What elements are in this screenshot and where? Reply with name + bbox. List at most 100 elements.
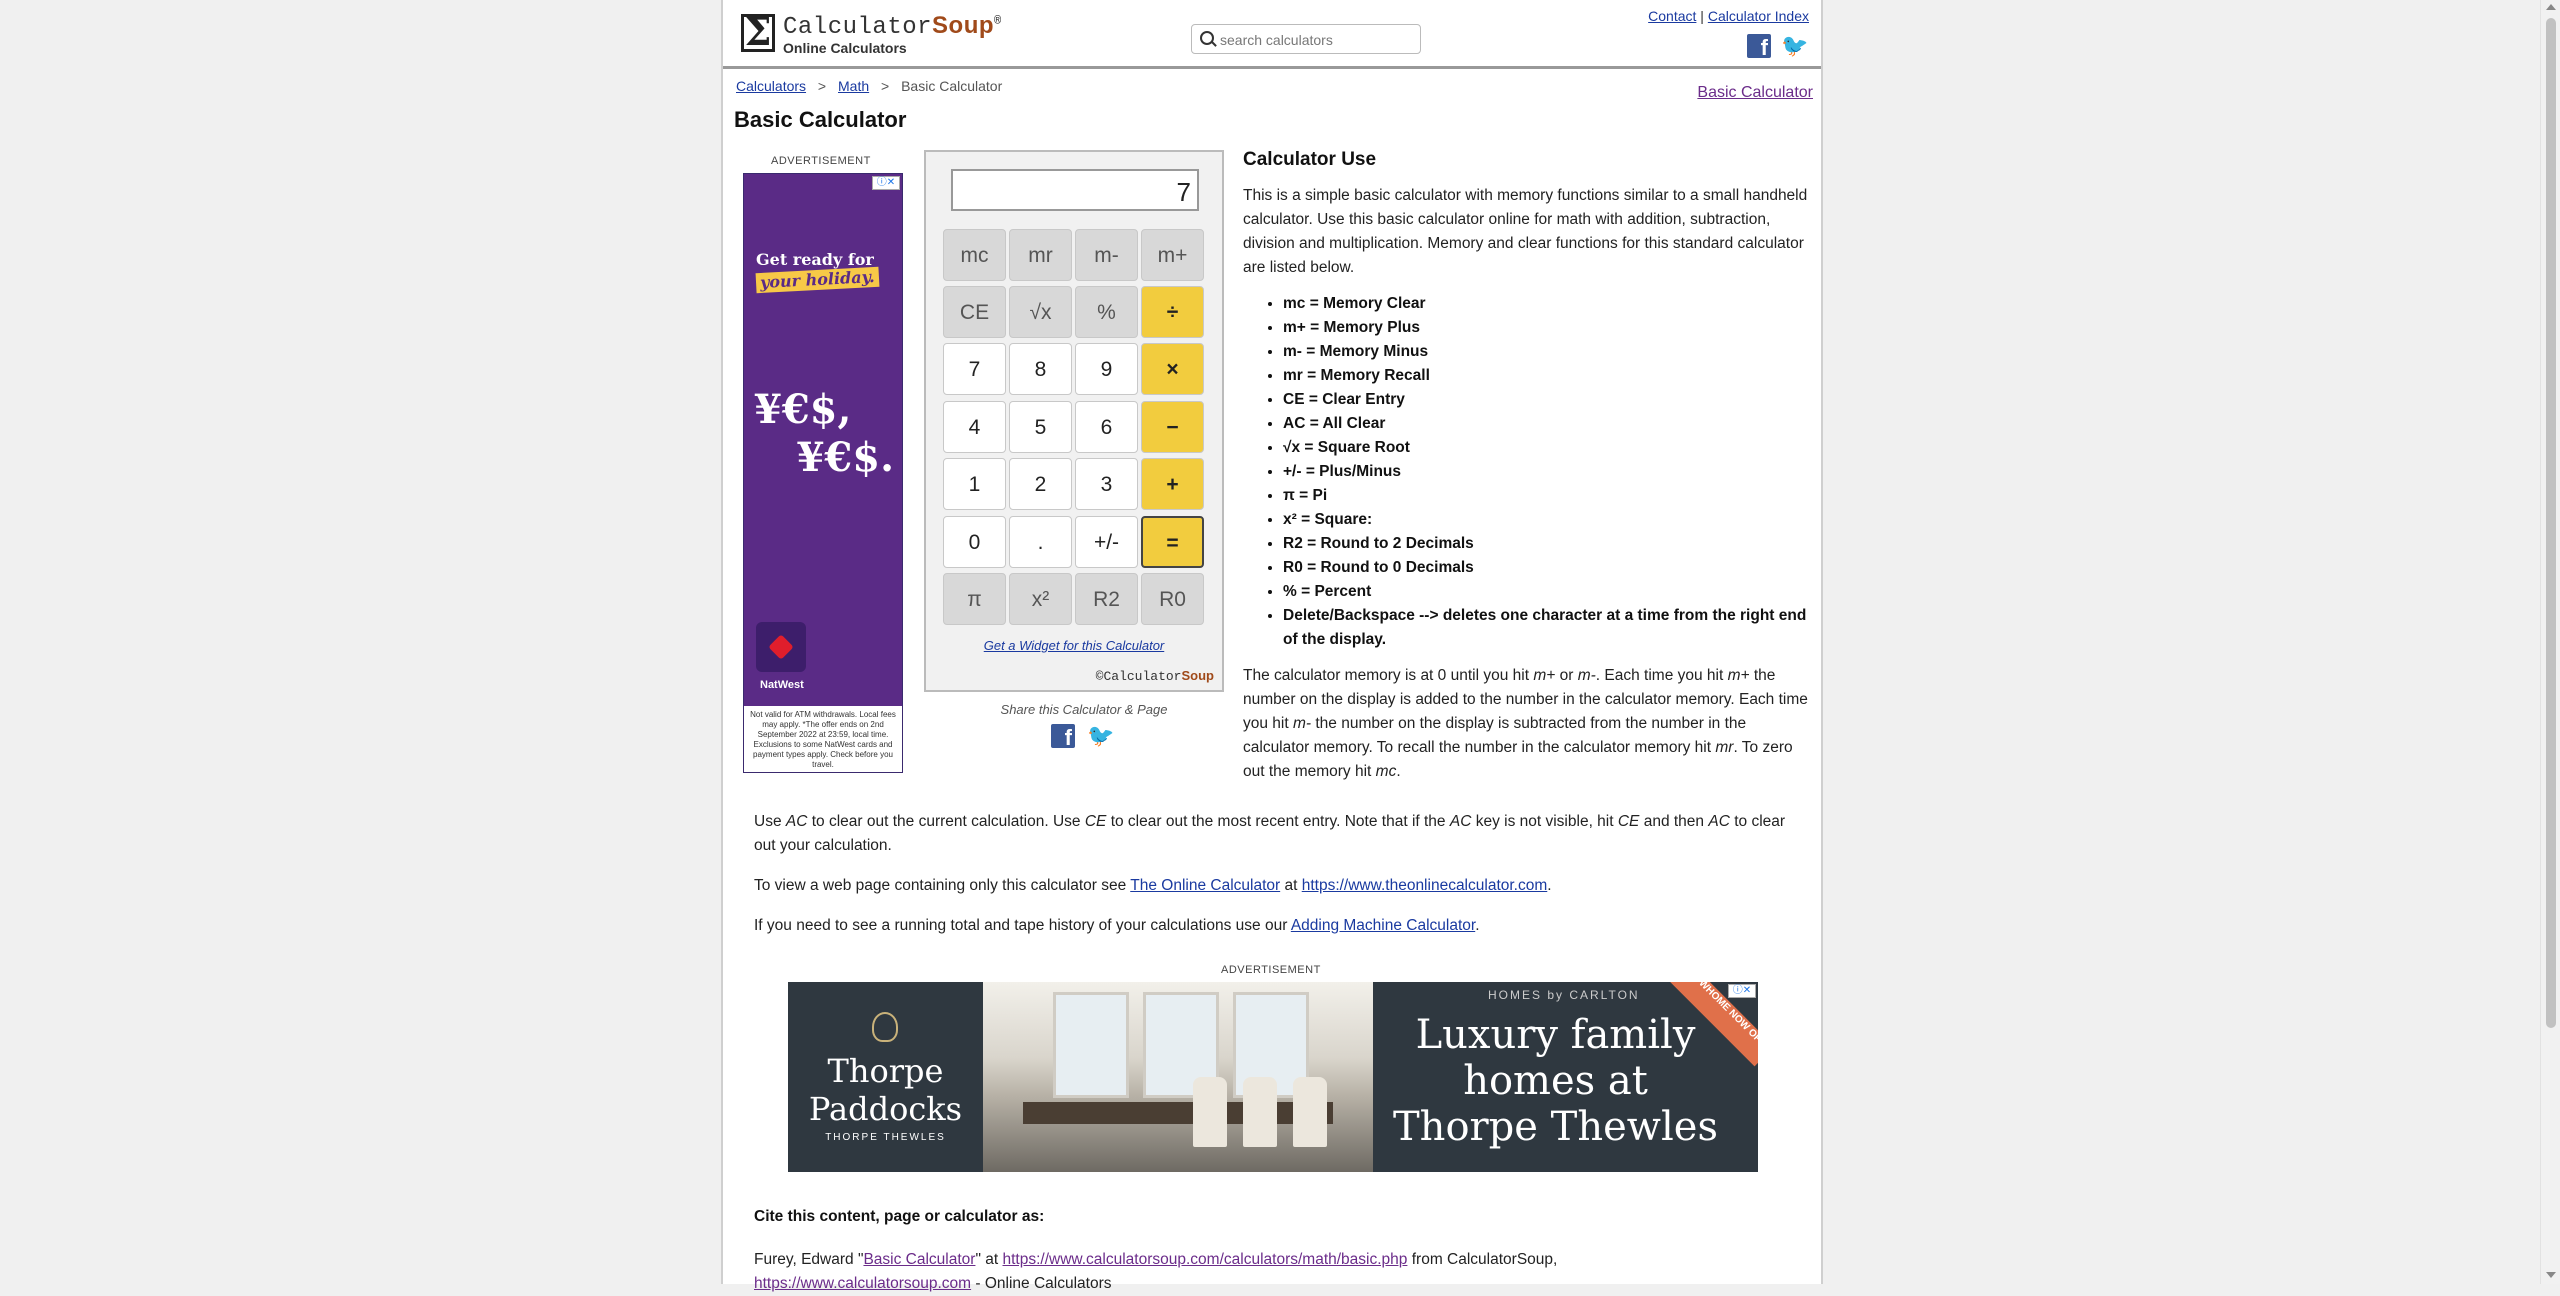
ad-slogan-line2: ¥€$. [796,434,894,481]
share-icons: f 🐦 [1051,724,1114,750]
online-calculator-link[interactable]: The Online Calculator [1130,877,1280,894]
equals-button[interactable]: = [1141,516,1204,568]
square-root-button[interactable]: √x [1009,286,1072,338]
advertisement-label: ADVERTISEMENT [771,155,871,167]
online-calculator-url-link[interactable]: https://www.theonlinecalculator.com [1302,877,1548,894]
add-button[interactable]: + [1141,458,1204,510]
text-span: from CalculatorSoup, [1407,1251,1558,1268]
logo-soup: Soup [932,12,995,39]
clear-entry-button[interactable]: CE [943,286,1006,338]
plus-minus-button[interactable]: +/- [1075,516,1138,568]
digit-1-button[interactable]: 1 [943,458,1006,510]
scroll-up-arrow-icon[interactable] [2546,4,2556,10]
share-facebook-icon[interactable]: f [1051,724,1075,750]
cite-calculator-link[interactable]: Basic Calculator [863,1251,975,1268]
cite-body: Furey, Edward "Basic Calculator" at http… [754,1248,1794,1296]
pi-button[interactable]: π [943,573,1006,625]
logo-prefix: Calculator [783,14,933,41]
calculator-copyright-prefix: ©Calculator [1095,669,1182,684]
digit-4-button[interactable]: 4 [943,401,1006,453]
decimal-button[interactable]: . [1009,516,1072,568]
subtract-button[interactable]: − [1141,401,1204,453]
online-calculator-paragraph: To view a web page containing only this … [754,874,1804,898]
adding-machine-link[interactable]: Adding Machine Calculator [1291,917,1475,934]
digit-5-button[interactable]: 5 [1009,401,1072,453]
memory-minus-button[interactable]: m- [1075,229,1138,281]
get-widget-link[interactable]: Get a Widget for this Calculator [926,638,1222,653]
advertisement-banner-bottom[interactable]: ⓘ✕ Thorpe Paddocks THORPE THEWLES HOMES b… [788,982,1758,1172]
calculator-index-link[interactable]: Calculator Index [1708,8,1809,24]
search-box[interactable] [1191,24,1421,54]
digit-0-button[interactable]: 0 [943,516,1006,568]
round-0-decimals-button[interactable]: R0 [1141,573,1204,625]
photo-chair [1193,1077,1227,1147]
memory-clear-button[interactable]: mc [943,229,1006,281]
photo-chair [1293,1077,1327,1147]
ad-headline-line1: Luxury family [1415,1012,1696,1058]
related-calculator-link[interactable]: Basic Calculator [1697,84,1813,102]
divide-button[interactable]: ÷ [1141,286,1204,338]
breadcrumb-current: Basic Calculator [901,78,1003,94]
digit-9-button[interactable]: 9 [1075,343,1138,395]
calculatorsoup-logo-icon[interactable]: Σ [741,13,775,52]
share-twitter-icon[interactable]: 🐦 [1087,724,1114,748]
cite-page-url-link[interactable]: https://www.calculatorsoup.com/calculato… [1003,1251,1408,1268]
calculator-display[interactable]: 7 [951,169,1199,211]
key-term: m- [1577,667,1596,684]
round-2-decimals-button[interactable]: R2 [1075,573,1138,625]
header-link-separator: | [1700,8,1704,24]
ad-slogan-line1: ¥€$, [754,386,852,433]
text-span: . Each time you hit [1595,667,1728,684]
ad-headline-line1: Get ready for [756,250,874,269]
key-list: mc = Memory Clear m+ = Memory Plus m- = … [1243,292,1809,652]
digit-6-button[interactable]: 6 [1075,401,1138,453]
breadcrumb-math[interactable]: Math [838,78,869,94]
digit-2-button[interactable]: 2 [1009,458,1072,510]
ad-brand-line2: Paddocks [808,1090,963,1128]
key-term: m- [1292,715,1312,732]
ad-brand-panel: Thorpe Paddocks THORPE THEWLES [788,982,983,1172]
memory-recall-button[interactable]: mr [1009,229,1072,281]
key-term: AC [1708,813,1730,830]
text-span: at [1280,877,1302,894]
multiply-button[interactable]: × [1141,343,1204,395]
list-item: +/- = Plus/Minus [1283,460,1809,484]
ad-close-icon[interactable]: ⓘ✕ [872,176,900,190]
digit-7-button[interactable]: 7 [943,343,1006,395]
breadcrumb-calculators[interactable]: Calculators [736,78,806,94]
text-span: Furey, Edward " [754,1251,864,1268]
search-input[interactable] [1218,28,1418,52]
text-span: Use [754,813,786,830]
contact-link[interactable]: Contact [1648,8,1696,24]
facebook-icon[interactable]: f [1747,34,1771,60]
memory-paragraph: The calculator memory is at 0 until you … [1243,664,1809,784]
page-scrollbar[interactable] [2540,0,2560,1284]
list-item: m- = Memory Minus [1283,340,1809,364]
header-social: f 🐦 [1747,34,1808,60]
digit-3-button[interactable]: 3 [1075,458,1138,510]
advertisement-banner-left[interactable]: ⓘ✕ Get ready for your holiday. ¥€$, ¥€$.… [743,173,903,773]
text-span: . [1547,877,1552,894]
memory-plus-button[interactable]: m+ [1141,229,1204,281]
natwest-logo-icon [756,622,806,672]
logo-registered: ® [994,14,1002,28]
list-item: m+ = Memory Plus [1283,316,1809,340]
key-term: CE [1617,813,1640,830]
scrollbar-thumb[interactable] [2546,18,2556,1028]
adding-machine-paragraph: If you need to see a running total and t… [754,914,1804,938]
key-term: m+ [1727,667,1750,684]
site-logo[interactable]: CalculatorSoup® [783,12,1002,41]
digit-8-button[interactable]: 8 [1009,343,1072,395]
scroll-down-arrow-icon[interactable] [2546,1272,2556,1278]
text-span: the number on the display is subtracted … [1243,715,1747,756]
twitter-icon[interactable]: 🐦 [1781,34,1808,58]
list-item: R0 = Round to 0 Decimals [1283,556,1809,580]
percent-button[interactable]: % [1075,286,1138,338]
list-item: R2 = Round to 2 Decimals [1283,532,1809,556]
text-span: To view a web page containing only this … [754,877,1131,894]
ad-headline: Luxury family homes at Thorpe Thewles [1373,1012,1738,1150]
text-span: to clear out the current calculation. Us… [807,813,1085,830]
square-button[interactable]: x² [1009,573,1072,625]
breadcrumb: Calculators > Math > Basic Calculator [736,78,1002,94]
ad-close-icon[interactable]: ⓘ✕ [1728,984,1756,998]
